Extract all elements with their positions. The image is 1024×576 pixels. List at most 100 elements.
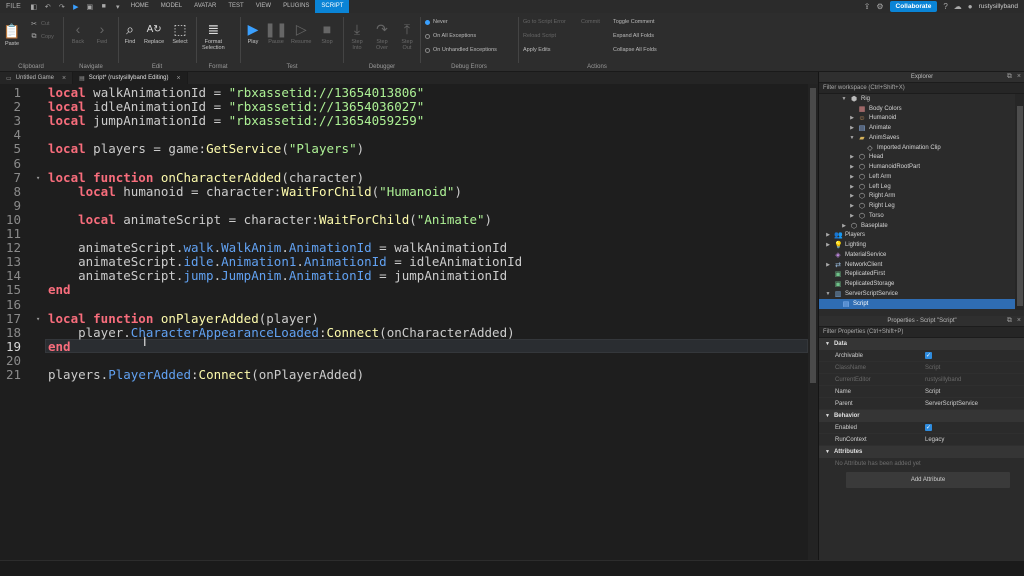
code-line[interactable]: local walkAnimationId = "rbxassetid://13… bbox=[48, 86, 424, 100]
never-radio[interactable] bbox=[425, 19, 430, 25]
tab-test[interactable]: TEST bbox=[222, 0, 249, 13]
code-line[interactable]: local humanoid = character:WaitForChild(… bbox=[48, 184, 462, 199]
chevron-right-icon[interactable]: ▶ bbox=[825, 242, 831, 248]
apply-edits-button[interactable]: Apply Edits bbox=[523, 47, 551, 53]
chevron-down-icon[interactable]: ▼ bbox=[849, 135, 855, 141]
help-icon[interactable]: ? bbox=[943, 2, 947, 11]
tab-model[interactable]: MODEL bbox=[155, 0, 188, 13]
close-icon[interactable]: × bbox=[62, 75, 66, 82]
chevron-right-icon[interactable]: ▶ bbox=[849, 213, 855, 219]
cut-button[interactable]: ✂ Cut bbox=[30, 20, 50, 28]
explorer-item[interactable]: ◇ Imported Animation Clip bbox=[819, 143, 1015, 153]
chevron-down-icon[interactable]: ▼ bbox=[825, 341, 830, 347]
dropdown-icon[interactable]: ▾ bbox=[113, 2, 123, 11]
code-line[interactable]: local function onPlayerAdded(player) bbox=[48, 311, 319, 326]
avatar[interactable]: ● bbox=[968, 2, 973, 11]
all-exceptions-option[interactable]: On All Exceptions bbox=[425, 33, 476, 39]
property-value[interactable]: Script bbox=[925, 389, 940, 395]
format-selection-button[interactable]: ≣ Format Selection bbox=[202, 21, 225, 52]
explorer-item[interactable]: ▦ Body Colors bbox=[819, 104, 1015, 114]
chevron-right-icon[interactable]: ▶ bbox=[849, 193, 855, 199]
chevron-down-icon[interactable]: ▼ bbox=[825, 449, 830, 455]
property-section-header[interactable]: ▼ Attributes bbox=[819, 446, 1024, 458]
chevron-right-icon[interactable]: ▶ bbox=[825, 262, 831, 268]
explorer-item[interactable]: ▶ ⬡ Torso bbox=[819, 211, 1015, 221]
code-line[interactable]: local jumpAnimationId = "rbxassetid://13… bbox=[48, 114, 424, 128]
property-section-header[interactable]: ▼ Behavior bbox=[819, 410, 1024, 422]
explorer-item[interactable]: ▼ ⬢ Rig bbox=[819, 94, 1015, 104]
chevron-right-icon[interactable]: ▶ bbox=[849, 184, 855, 190]
explorer-item[interactable]: ▶ ⬡ Left Arm bbox=[819, 172, 1015, 182]
editor-scrollbar[interactable] bbox=[808, 84, 818, 560]
explorer-item[interactable]: ▶ ⇄ NetworkClient bbox=[819, 260, 1015, 270]
restore-icon[interactable]: ⧉ bbox=[1007, 73, 1012, 81]
quick-play-icon[interactable]: ▶ bbox=[71, 2, 81, 11]
quick-stop-icon[interactable]: ■ bbox=[99, 2, 109, 11]
explorer-item[interactable]: ▶ ⬡ Head bbox=[819, 153, 1015, 163]
close-icon[interactable]: × bbox=[177, 75, 181, 82]
all-exceptions-radio[interactable] bbox=[425, 33, 430, 39]
pause-button[interactable]: ❚❚ Pause bbox=[264, 21, 287, 46]
explorer-item[interactable]: ▼ ▰ AnimSaves bbox=[819, 133, 1015, 143]
chevron-right-icon[interactable]: ▶ bbox=[841, 223, 847, 229]
collapse-all-folds-button[interactable]: Collapse All Folds bbox=[613, 47, 657, 53]
code-line[interactable]: players.PlayerAdded:Connect(onPlayerAdde… bbox=[48, 368, 364, 382]
properties-filter-input[interactable]: Filter Properties (Ctrl+Shift+P) bbox=[823, 329, 903, 335]
code-line[interactable]: local idleAnimationId = "rbxassetid://13… bbox=[48, 100, 424, 114]
chevron-right-icon[interactable]: ▶ bbox=[849, 164, 855, 170]
step-into-button[interactable]: ⤓ Step Into bbox=[349, 21, 365, 52]
code-line[interactable]: player.CharacterAppearanceLoaded:Connect… bbox=[48, 325, 515, 340]
explorer-scrollbar[interactable] bbox=[1015, 94, 1024, 310]
username[interactable]: rustysillyband bbox=[979, 3, 1018, 10]
file-menu[interactable]: FILE bbox=[2, 2, 25, 11]
go-to-script-error-button[interactable]: Go to Script Error bbox=[523, 19, 566, 25]
code-line[interactable]: local animateScript = character:WaitForC… bbox=[48, 212, 492, 227]
properties-filter[interactable]: Filter Properties (Ctrl+Shift+P) bbox=[819, 327, 1024, 338]
collaborate-button[interactable]: Collaborate bbox=[889, 1, 938, 12]
explorer-item[interactable]: ▶ ☺ Humanoid bbox=[819, 114, 1015, 124]
code-line[interactable]: end bbox=[48, 283, 71, 297]
explorer-item[interactable]: ▶ 💡 Lighting bbox=[819, 240, 1015, 250]
explorer-item[interactable]: ▶ ⬡ Baseplate bbox=[819, 221, 1015, 231]
undo-icon[interactable]: ↶ bbox=[43, 2, 53, 11]
chevron-down-icon[interactable]: ▼ bbox=[825, 413, 830, 419]
explorer-filter[interactable]: Filter workspace (Ctrl+Shift+X) bbox=[819, 83, 1024, 94]
explorer-item[interactable]: ▶ ▤ Animate bbox=[819, 123, 1015, 133]
play-button[interactable]: ▶ Play bbox=[245, 21, 261, 46]
chevron-down-icon[interactable]: ▼ bbox=[825, 291, 831, 297]
paste-button[interactable]: 📋 Paste bbox=[3, 23, 20, 48]
add-attribute-button[interactable]: Add Attribute bbox=[846, 472, 1010, 488]
close-icon[interactable]: × bbox=[1017, 73, 1021, 81]
filter-input[interactable]: Filter workspace (Ctrl+Shift+X) bbox=[823, 85, 905, 91]
property-checkbox[interactable]: ✓ bbox=[925, 352, 932, 359]
explorer-item[interactable]: ▣ ReplicatedFirst bbox=[819, 270, 1015, 280]
fold-chevron-icon[interactable]: ▾ bbox=[36, 174, 40, 182]
reload-script-button[interactable]: Reload Script bbox=[523, 33, 556, 39]
copy-button[interactable]: ⧉ Copy bbox=[30, 33, 54, 41]
tab-untitled-game[interactable]: ▭ Untitled Game × bbox=[0, 72, 74, 84]
tab-plugins[interactable]: PLUGINS bbox=[277, 0, 315, 13]
chevron-right-icon[interactable]: ▶ bbox=[849, 174, 855, 180]
property-value[interactable]: Legacy bbox=[925, 437, 944, 443]
tab-script[interactable]: SCRIPT bbox=[315, 0, 350, 13]
explorer-item[interactable]: ▶ ⬡ HumanoidRootPart bbox=[819, 162, 1015, 172]
editor-scrollbar-thumb[interactable] bbox=[810, 88, 816, 383]
property-section-header[interactable]: ▼ Data bbox=[819, 338, 1024, 350]
code-line[interactable]: animateScript.idle.Animation1.AnimationI… bbox=[48, 255, 522, 269]
redo-icon[interactable]: ↷ bbox=[57, 2, 67, 11]
chevron-right-icon[interactable]: ▶ bbox=[849, 125, 855, 131]
never-option[interactable]: Never bbox=[425, 19, 448, 25]
explorer-item[interactable]: ▶ ⬡ Left Leg bbox=[819, 182, 1015, 192]
find-button[interactable]: ⌕ Find bbox=[122, 21, 138, 46]
code-editor[interactable]: 1 2 3 4 5 6 7 ▾ 8 9 10 11 12 13 14 15 16 17 ▾ 18 19 20 21 loca… bbox=[0, 84, 818, 560]
share-icon[interactable]: ⇪ bbox=[864, 2, 871, 11]
explorer-item[interactable]: ◈ MaterialService bbox=[819, 250, 1015, 260]
chevron-right-icon[interactable]: ▶ bbox=[849, 154, 855, 160]
explorer-item[interactable]: ▶ ⬡ Right Arm bbox=[819, 192, 1015, 202]
back-button[interactable]: ‹ Back bbox=[70, 21, 86, 45]
unhandled-exceptions-option[interactable]: On Unhandled Exceptions bbox=[425, 47, 497, 53]
chevron-down-icon[interactable]: ▼ bbox=[841, 96, 847, 102]
code-line[interactable]: end bbox=[48, 339, 71, 354]
explorer-item[interactable]: ▤ Script bbox=[819, 298, 1015, 309]
chevron-right-icon[interactable]: ▶ bbox=[825, 232, 831, 238]
